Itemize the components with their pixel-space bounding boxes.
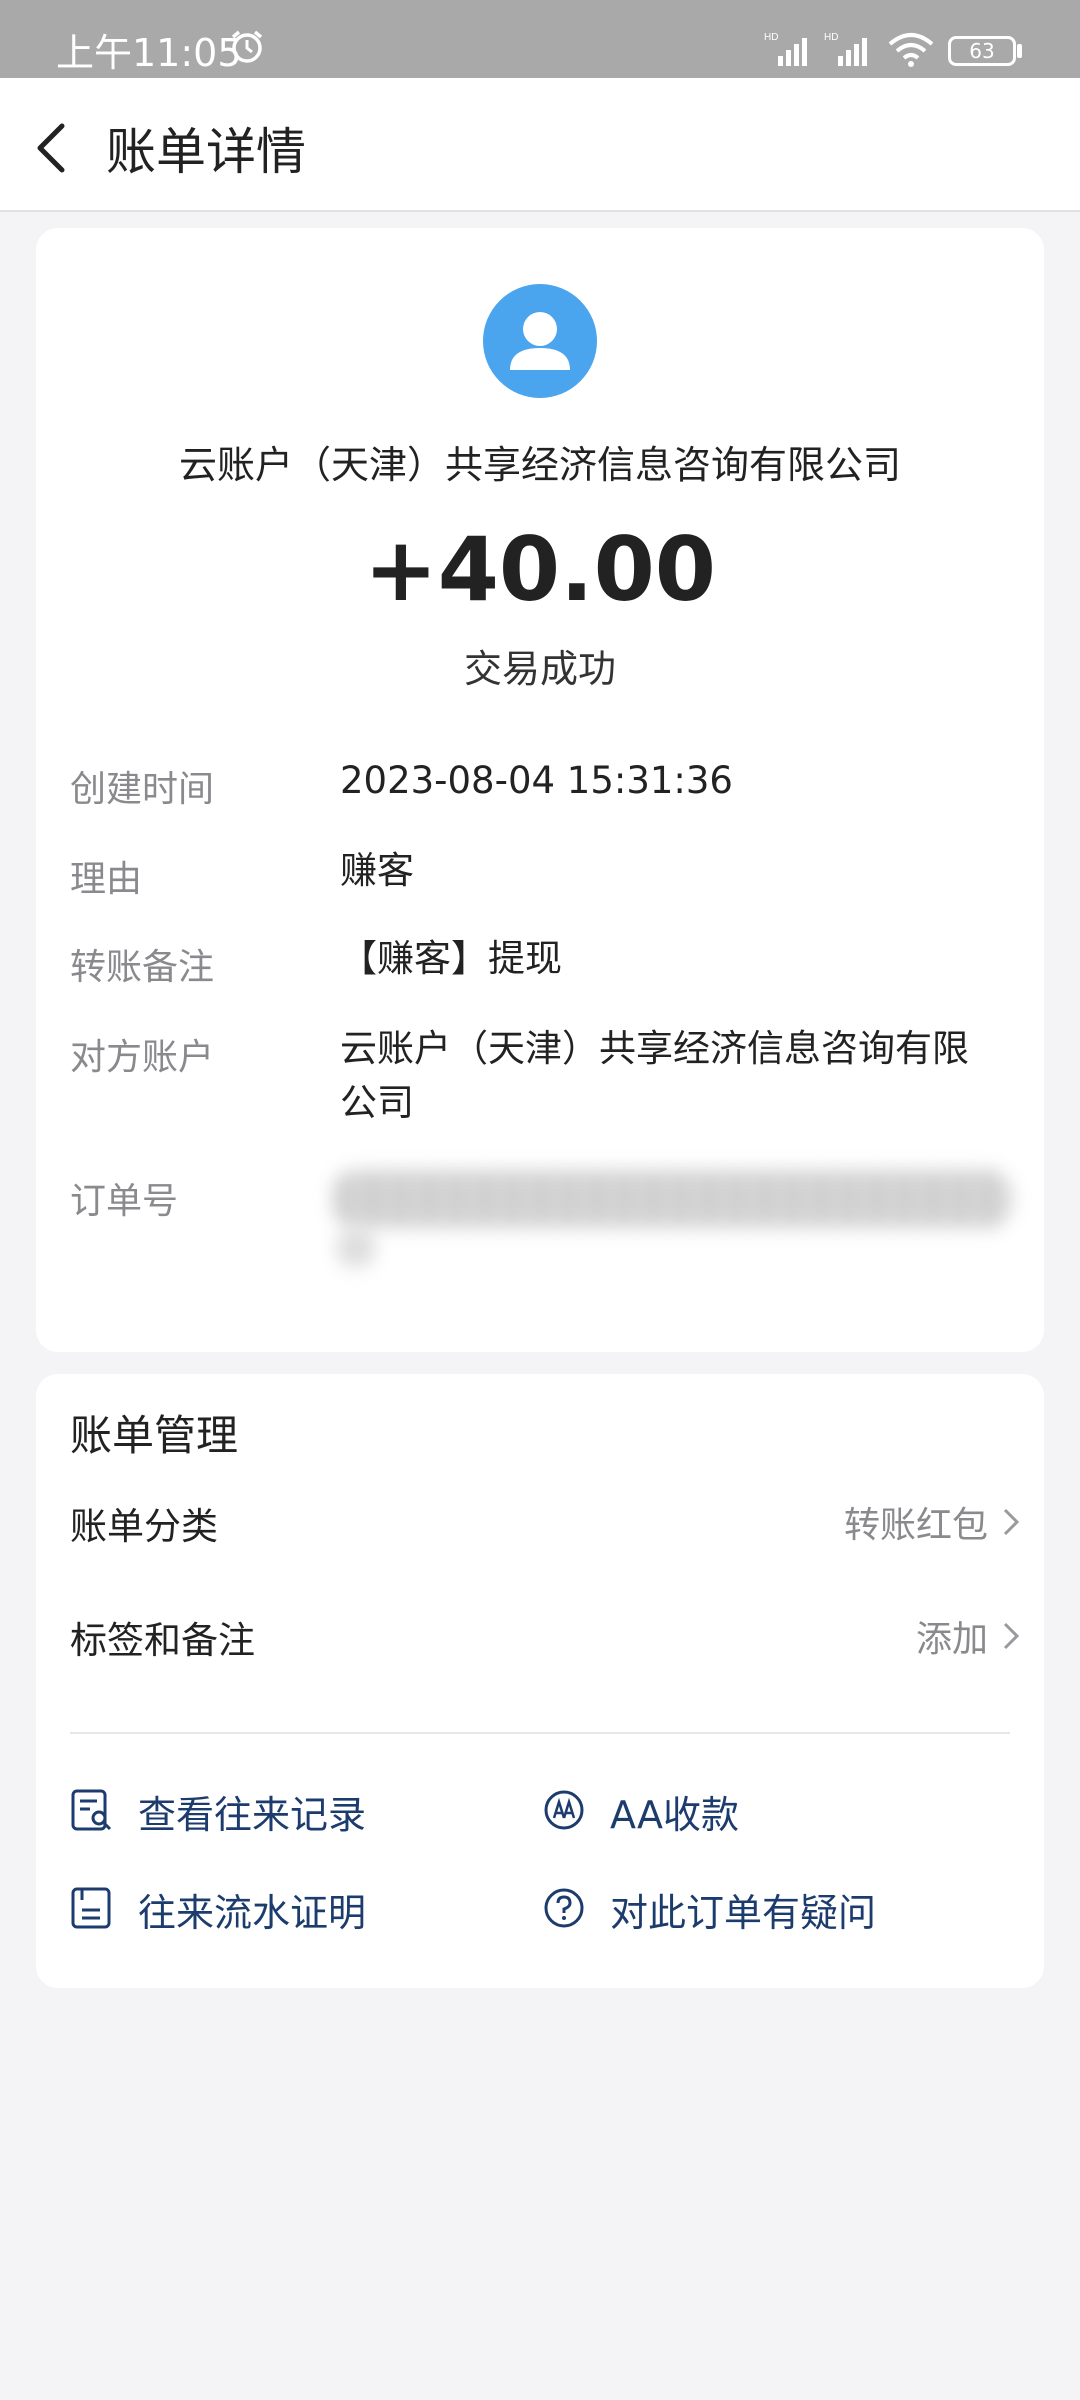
bill-management-title: 账单管理 xyxy=(70,1411,239,1460)
svg-text:HD: HD xyxy=(824,32,838,43)
order-question-label: 对此订单有疑问 xyxy=(610,1891,877,1935)
transfer-note-value: 【赚客】提现 xyxy=(340,937,562,980)
transaction-amount: +40.00 xyxy=(363,518,717,621)
order-number-label: 订单号 xyxy=(70,1181,179,1222)
bill-category-label: 账单分类 xyxy=(70,1505,218,1548)
bill-category-row[interactable]: 账单分类 转账红包 xyxy=(36,1484,1044,1564)
view-records-action[interactable]: 查看往来记录 xyxy=(70,1780,510,1840)
statement-proof-label: 往来流水证明 xyxy=(138,1891,367,1935)
aa-collect-label: AA收款 xyxy=(610,1793,740,1837)
order-question-action[interactable]: 对此订单有疑问 xyxy=(542,1878,982,1938)
tags-notes-label: 标签和备注 xyxy=(70,1619,255,1662)
battery-indicator: 63 xyxy=(948,36,1016,66)
aa-icon xyxy=(544,1790,584,1830)
view-records-label: 查看往来记录 xyxy=(138,1793,367,1837)
back-arrow-icon[interactable] xyxy=(32,120,72,176)
transaction-status: 交易成功 xyxy=(463,647,616,691)
record-search-icon xyxy=(71,1789,112,1831)
created-time-value: 2023-08-04 15:31:36 xyxy=(340,759,733,802)
bill-management-card: 账单管理 账单分类 转账红包 标签和备注 添加 查看往来记录 AA收款 往来流水… xyxy=(36,1374,1044,1988)
counterparty-label: 对方账户 xyxy=(70,1037,215,1078)
alarm-clock-icon xyxy=(231,30,263,63)
transfer-note-label: 转账备注 xyxy=(70,947,215,988)
signal-hd-icon: HD xyxy=(764,32,807,66)
statement-proof-action[interactable]: 往来流水证明 xyxy=(70,1878,510,1938)
order-number-redacted xyxy=(332,1170,1012,1228)
question-icon xyxy=(544,1888,584,1928)
svg-text:HD: HD xyxy=(764,32,778,43)
payee-avatar xyxy=(483,284,597,398)
chevron-right-icon xyxy=(1003,1622,1020,1650)
tags-notes-value: 添加 xyxy=(915,1619,988,1660)
bill-category-value: 转账红包 xyxy=(843,1505,988,1546)
transaction-card: 云账户（天津）共享经济信息咨询有限公司 +40.00 交易成功 创建时间 202… xyxy=(36,228,1044,1352)
wifi-icon xyxy=(888,33,934,67)
reason-label: 理由 xyxy=(70,859,143,900)
payee-name: 云账户（天津）共享经济信息咨询有限公司 xyxy=(178,443,901,487)
status-time: 上午11:05 xyxy=(56,31,242,75)
order-number-redacted-tail xyxy=(336,1228,376,1268)
nav-bar: 账单详情 xyxy=(0,78,1080,212)
signal-hd-icon-2: HD xyxy=(824,32,867,66)
battery-tip xyxy=(1017,44,1022,58)
reason-value: 赚客 xyxy=(340,849,414,892)
tags-notes-row[interactable]: 标签和备注 添加 xyxy=(36,1598,1044,1678)
statement-icon xyxy=(71,1887,111,1929)
page-title: 账单详情 xyxy=(106,123,306,181)
aa-collect-action[interactable]: AA收款 xyxy=(542,1780,982,1840)
status-bar: 上午11:05 HD HD 63 xyxy=(0,0,1080,78)
created-time-label: 创建时间 xyxy=(70,769,215,810)
user-icon xyxy=(510,312,570,370)
counterparty-value: 云账户（天津）共享经济信息咨询有限公司 xyxy=(340,1027,969,1124)
chevron-right-icon xyxy=(1003,1508,1020,1536)
divider xyxy=(70,1732,1010,1734)
